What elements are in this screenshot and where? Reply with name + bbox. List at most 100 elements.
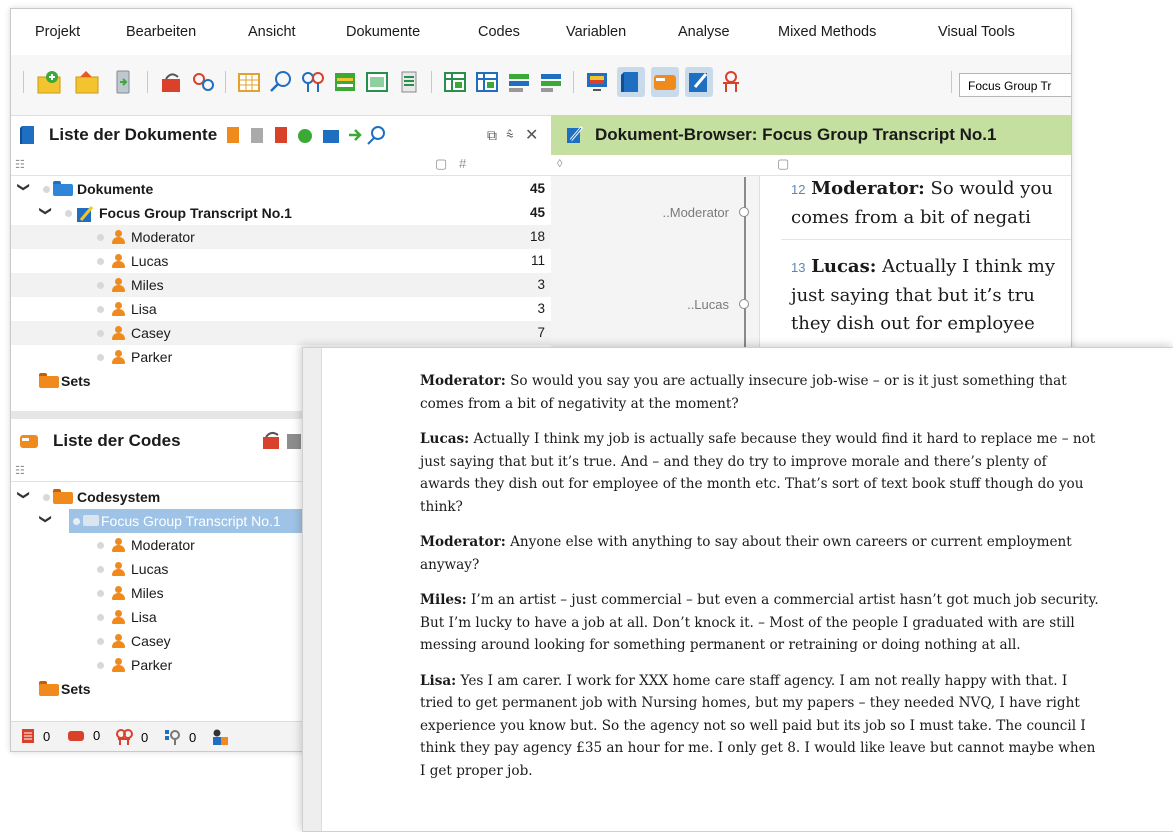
document-browser-title: Dokument-Browser: Focus Group Transcript… [595,125,997,144]
documents-panel-title: Liste der Dokumente [49,125,218,144]
speaker-count: 3 [537,301,545,316]
status-documents[interactable]: 0 [21,728,50,744]
coding-stripe-node-icon[interactable] [739,207,749,217]
chevron-down-icon[interactable]: ❯ [39,514,53,524]
code-sets-label: Sets [61,681,91,697]
tree-row-speaker[interactable]: Lucas 11 [11,249,551,273]
status-retrieved-segments[interactable]: 0 [115,728,148,746]
coding-stripe-node-icon[interactable] [739,299,749,309]
chevron-down-icon[interactable]: ❯ [17,182,31,192]
transcript-paragraph[interactable]: Lisa: Yes I am carer. I work for XXX hom… [420,670,1100,783]
status-dot-icon [43,186,50,193]
selected-code-label: Focus Group Transcript No.1 [101,513,281,529]
tree-icon: ☷ [15,465,25,477]
codes-panel-title: Liste der Codes [53,431,181,450]
maximize-icon[interactable]: ⩯ [506,127,514,143]
menu-mixed-methods[interactable]: Mixed Methods [778,24,876,40]
paragraph-text: just saying that but it’s tru [791,285,1035,306]
document-count: 45 [529,205,545,220]
speaker-icon [111,634,125,649]
code-system-toggle-icon[interactable] [651,67,679,97]
documents-panel-toolbar-icons[interactable] [225,124,415,146]
document-comparison-icon[interactable] [505,67,533,97]
tree-row-speaker[interactable]: Miles 3 [11,273,551,297]
undo-icon[interactable] [157,67,185,97]
new-project-icon[interactable] [35,67,63,97]
code-label: Lisa [131,609,157,625]
status-dot-icon [73,518,80,525]
document-browser-column-header: ◊ ▢ [551,155,1071,176]
codeline-icon[interactable] [583,67,611,97]
status-activated-value: 0 [189,729,197,745]
documents-panel-icon [20,126,34,144]
status-dot-icon [97,306,104,313]
document-browser-toggle-icon[interactable] [617,67,645,97]
menu-codes[interactable]: Codes [478,24,520,40]
menu-ansicht[interactable]: Ansicht [248,24,296,40]
menu-projekt[interactable]: Projekt [35,24,80,40]
code-label: Parker [131,657,173,673]
chevron-down-icon[interactable]: ❯ [17,490,31,500]
table-icon[interactable] [235,67,263,97]
toolbar-separator [147,71,148,93]
paragraph-text: they dish out for employee [791,313,1035,334]
sets-label: Sets [61,373,91,389]
document-portrait-icon[interactable] [537,67,565,97]
menu-bearbeiten[interactable]: Bearbeiten [126,24,196,40]
import-icon[interactable] [109,67,137,97]
codesystem-folder-icon [53,489,73,504]
undock-icon[interactable]: ⧉ [487,127,497,144]
retrieved-segments-toggle-icon[interactable] [717,67,745,97]
document-paragraph[interactable]: 13 Lucas: Actually I think my just sayin… [791,253,1055,338]
speaker-label: Lisa [131,301,157,317]
paragraph-number: 12 [791,182,806,197]
document-select[interactable]: Focus Group Tr [959,73,1071,97]
retrieve-icon[interactable] [189,67,217,97]
status-codes[interactable]: 0 [67,728,100,743]
tree-row-speaker[interactable]: Lisa 3 [11,297,551,321]
codesystem-label: Codesystem [77,489,161,505]
transcript-speaker: Moderator: [420,534,506,550]
user-icon [213,729,228,745]
tree-row-code-selected[interactable]: ❯ Focus Group Transcript No.1 [39,509,305,533]
code-relations-icon[interactable] [473,67,501,97]
tree-row-speaker[interactable]: Moderator 18 [11,225,551,249]
code-matrix-icon[interactable] [441,67,469,97]
text-document-icon [77,206,94,222]
document-paragraph[interactable]: 12 Moderator: So would you comes from a … [791,175,1053,232]
code-label: Moderator [131,537,195,553]
speaker-label: Parker [131,349,173,365]
transcript-paragraph[interactable]: Moderator: Anyone else with anything to … [420,531,1100,576]
search-icon[interactable] [267,67,295,97]
complex-retrieve-icon[interactable] [299,67,327,97]
menu-dokumente[interactable]: Dokumente [346,24,420,40]
tree-row-speaker[interactable]: Casey 7 [11,321,551,345]
status-dot-icon [97,590,104,597]
document-icon [22,729,34,743]
chevron-down-icon[interactable]: ❯ [39,206,53,216]
open-project-icon[interactable] [73,67,101,97]
speaker-name: Moderator: [811,178,925,199]
code-column-icon: ◊ [557,158,563,170]
coded-segment-label[interactable]: ..Moderator [611,205,729,220]
summary-table-icon[interactable] [363,67,391,97]
paraphrase-icon[interactable] [395,67,423,97]
transcript-paragraph[interactable]: Moderator: So would you say you are actu… [420,370,1100,415]
count-column-icon: # [459,156,467,171]
tree-row-document[interactable]: ❯ Focus Group Transcript No.1 45 [11,201,551,225]
summary-grid-icon[interactable] [331,67,359,97]
transcript-paragraph[interactable]: Lucas: Actually I think my job is actual… [420,428,1100,518]
transcript-paragraph[interactable]: Miles: I’m an artist – just commercial –… [420,589,1100,657]
status-user[interactable] [211,728,229,746]
status-dot-icon [97,566,104,573]
document-browser-header: Dokument-Browser: Focus Group Transcript… [551,115,1071,155]
speaker-icon [111,538,125,553]
coded-segment-label[interactable]: ..Lucas [611,297,729,312]
close-icon[interactable]: ✕ [525,125,538,145]
status-activated[interactable]: 0 [163,728,196,746]
menu-analyse[interactable]: Analyse [678,24,730,40]
memo-toggle-icon[interactable] [685,67,713,97]
menu-variablen[interactable]: Variablen [566,24,626,40]
menu-visual-tools[interactable]: Visual Tools [938,24,1015,40]
tree-row-documents-root[interactable]: ❯ Dokumente 45 [11,177,551,201]
